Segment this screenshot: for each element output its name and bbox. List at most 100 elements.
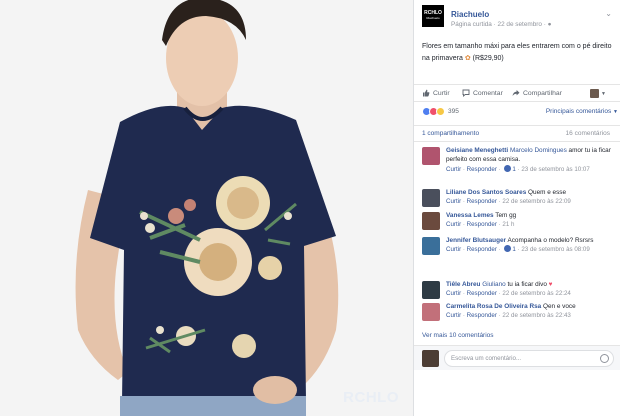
comment-body: Vanessa Lemes Tem gg Curtir · Responder ·… [446, 211, 618, 230]
comment-reply-link[interactable]: Responder [467, 290, 497, 297]
post-meta: Página curtida · 22 de setembro · ● [451, 21, 552, 28]
comment-reply-link[interactable]: Responder [467, 246, 497, 253]
user-avatar-small [590, 89, 599, 98]
like-label: Curtir [433, 89, 450, 97]
comment-timestamp[interactable]: 22 de setembro às 22:09 [502, 198, 570, 205]
watermark-logo: RCHLO [343, 389, 399, 406]
page-logo-sub: Riachuelo [426, 16, 440, 20]
comment-like-link[interactable]: Curtir [446, 166, 461, 173]
post-sidebar: RCHLO Riachuelo Riachuelo Página curtida… [414, 0, 620, 416]
comment-body: Geisiane Meneghetti Marcelo Domingues am… [446, 146, 618, 174]
emoji-icon[interactable] [600, 354, 609, 363]
comment-body: Tiêle Abreu Giuliano tu ia ficar divo ♥ C… [446, 280, 618, 299]
commenter-name[interactable]: Vanessa Lemes [446, 212, 494, 219]
model-photo-illustration [0, 0, 413, 416]
comment-like-link[interactable]: Curtir [446, 221, 461, 228]
commenter-avatar[interactable] [422, 303, 440, 321]
commenter-avatar[interactable] [422, 237, 440, 255]
comment-timestamp[interactable]: 21 h [502, 221, 514, 228]
comment-meta: Curtir · Responder · 21 h [446, 221, 515, 229]
commenter-name[interactable]: Carmelita Rosa De Oliveira Rsa [446, 303, 541, 310]
comment-meta: Curtir · Responder · 22 de setembro às 2… [446, 312, 571, 320]
commenter-avatar[interactable] [422, 189, 440, 207]
commenter-name[interactable]: Jennifer Blutsauger [446, 237, 506, 244]
comment-like-link[interactable]: Curtir [446, 312, 461, 319]
comment-body: Carmelita Rosa De Oliveira Rsa Qen e voc… [446, 302, 618, 321]
like-count-icon [504, 245, 512, 253]
comment-reply-link[interactable]: Responder [467, 312, 497, 319]
comment-timestamp[interactable]: 22 de setembro às 22:43 [502, 312, 570, 319]
current-user-avatar [422, 350, 439, 367]
commenter-avatar[interactable] [422, 212, 440, 230]
comment-meta: Curtir · Responder · 22 de setembro às 2… [446, 198, 571, 206]
comment-like-link[interactable]: Curtir [446, 246, 461, 253]
commenter-name[interactable]: Liliane Dos Santos Soares [446, 189, 526, 196]
caret-down-icon: ▼ [601, 90, 606, 97]
post-price: (R$29,90) [472, 55, 504, 62]
page-name[interactable]: Riachuelo [451, 10, 489, 19]
comment-mention[interactable]: Giuliano [482, 281, 505, 288]
comment-meta: Curtir · Responder · 22 de setembro às 2… [446, 290, 571, 298]
shares-row: 1 compartilhamento 16 comentários [414, 125, 620, 142]
comment-meta: Curtir · Responder · 1 · 23 de setembro … [446, 164, 590, 173]
reaction-icons[interactable] [422, 107, 445, 116]
commenter-avatar[interactable] [422, 281, 440, 299]
comment-icon [462, 89, 470, 97]
chevron-down-icon[interactable]: ⌄ [605, 9, 612, 18]
comment-text: Quem e esse [526, 189, 567, 196]
comment-body: Liliane Dos Santos Soares Quem e esse Cur… [446, 188, 618, 207]
post-photo[interactable]: RCHLO [0, 0, 414, 416]
comment-mention[interactable]: Marcelo Domingues [510, 147, 567, 154]
comment-button[interactable]: Comentar [462, 89, 503, 97]
comment-label: Comentar [473, 89, 503, 97]
flower-emoji-icon: ✿ [464, 55, 471, 62]
comment-reply-link[interactable]: Responder [467, 166, 497, 173]
page-avatar[interactable]: RCHLO Riachuelo [422, 5, 444, 27]
comment-text: tu ia ficar divo [505, 281, 549, 288]
share-label: Compartilhar [523, 89, 562, 97]
comment-text: Tem gg [493, 212, 517, 219]
comment-input[interactable]: Escreva um comentário... [444, 350, 614, 367]
thumbs-up-icon [423, 89, 430, 97]
comment-like-count[interactable]: 1 [512, 166, 515, 173]
comment-composer: Escreva um comentário... [414, 345, 620, 370]
comment-text: Acompanha o modelo? Rsrsrs [506, 237, 594, 244]
caret-down-icon: ▼ [613, 109, 618, 115]
post-header: RCHLO Riachuelo Riachuelo Página curtida… [422, 5, 612, 35]
commenter-name[interactable]: Geisiane Meneghetti [446, 147, 508, 154]
like-button[interactable]: Curtir [422, 89, 450, 97]
comment-timestamp[interactable]: 23 de setembro às 10:07 [521, 166, 589, 173]
commenter-name[interactable]: Tiêle Abreu [446, 281, 480, 288]
comments-count[interactable]: 16 comentários [566, 130, 610, 137]
share-button[interactable]: Compartilhar [512, 89, 562, 97]
post-meta-text: Página curtida · 22 de setembro · [451, 21, 548, 28]
reactions-row: 395 Principais comentários ▼ [422, 107, 618, 119]
comment-timestamp[interactable]: 22 de setembro às 22:24 [502, 290, 570, 297]
comment-input-placeholder: Escreva um comentário... [451, 355, 522, 362]
post-as-selector[interactable]: ▼ [590, 89, 606, 98]
wow-reaction-icon [436, 107, 445, 116]
like-count-icon [504, 164, 512, 172]
comment-reply-link[interactable]: Responder [467, 221, 497, 228]
heart-emoji-icon: ♥ [548, 281, 553, 288]
comment-like-link[interactable]: Curtir [446, 198, 461, 205]
comment-timestamp[interactable]: 23 de setembro às 08:09 [521, 246, 589, 253]
view-more-comments-link[interactable]: Ver mais 10 comentários [422, 332, 494, 339]
post-text: Flores em tamanho máxi para eles entrare… [422, 41, 618, 65]
comment-like-count[interactable]: 1 [512, 246, 515, 253]
comment-text: Qen e voce [541, 303, 576, 310]
comment-reply-link[interactable]: Responder [467, 198, 497, 205]
comment-like-link[interactable]: Curtir [446, 290, 461, 297]
shares-link[interactable]: 1 compartilhamento [422, 130, 479, 137]
sort-label: Principais comentários [545, 108, 612, 115]
globe-icon: ● [547, 21, 552, 28]
post-caption: Flores em tamanho máxi para eles entrare… [422, 43, 612, 62]
comment-meta: Curtir · Responder · 1 · 23 de setembro … [446, 245, 590, 254]
action-bar: Curtir Comentar Compartilhar ▼ [414, 84, 620, 102]
share-icon [512, 90, 520, 96]
post-viewer: RCHLO RCHLO Riachuelo Riachuelo Página c… [0, 0, 620, 416]
commenter-avatar[interactable] [422, 147, 440, 165]
comment-body: Jennifer Blutsauger Acompanha o modelo? … [446, 236, 618, 255]
comment-sort-dropdown[interactable]: Principais comentários ▼ [546, 108, 618, 115]
reaction-count[interactable]: 395 [448, 108, 459, 115]
